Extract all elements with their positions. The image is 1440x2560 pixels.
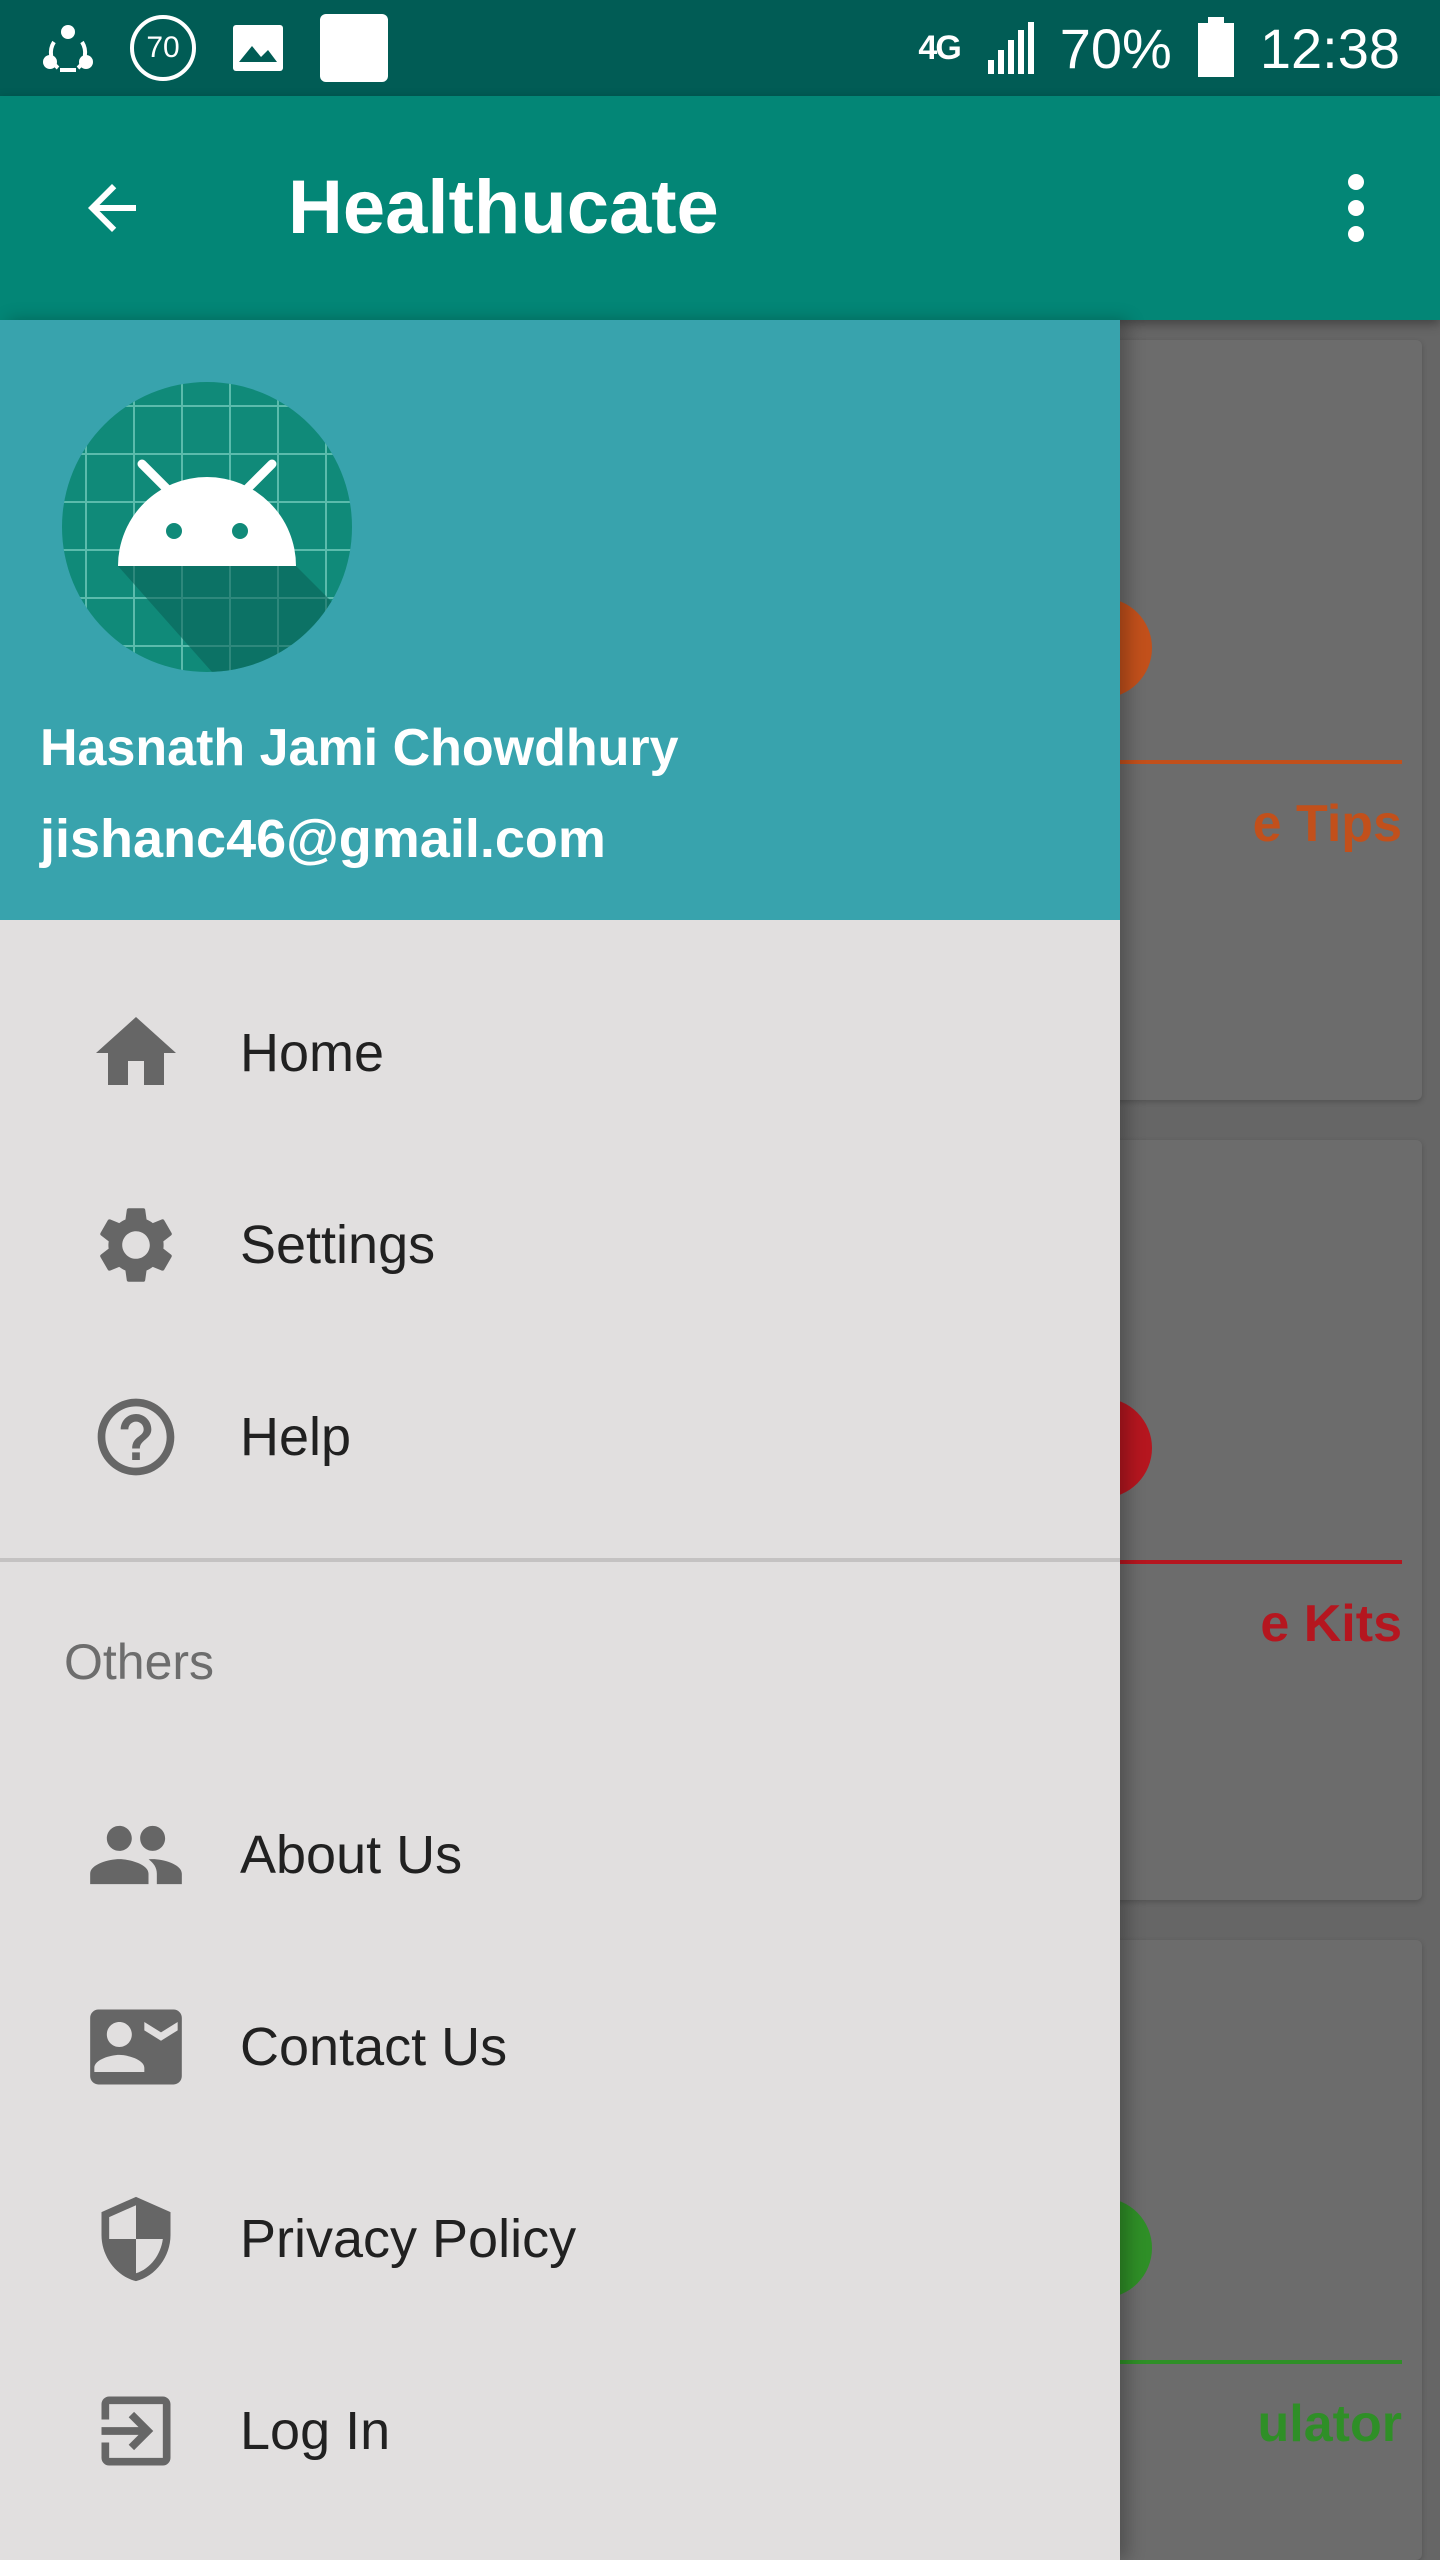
overflow-menu-button[interactable]: [1316, 166, 1396, 250]
background-card: ulator: [1052, 1940, 1422, 2560]
drawer-item-settings[interactable]: Settings: [0, 1150, 1120, 1340]
background-card: e Kits: [1052, 1140, 1422, 1900]
battery-percent: 70%: [1059, 16, 1172, 80]
app-toolbar: Healthucate: [0, 96, 1440, 320]
drawer-item-help[interactable]: Help: [0, 1342, 1120, 1532]
blank-notification-icon: [320, 14, 388, 82]
user-email: jishanc46@gmail.com: [40, 809, 606, 869]
share-icon: [40, 20, 96, 76]
shield-icon: [80, 2183, 192, 2295]
drawer-item-label: Home: [240, 1023, 385, 1083]
drawer-item-label: Settings: [240, 1215, 436, 1275]
contact-card-icon: [80, 1991, 192, 2103]
badge-icon: 70: [130, 15, 196, 81]
back-button[interactable]: [68, 164, 156, 252]
drawer-item-contact-us[interactable]: Contact Us: [0, 1952, 1120, 2142]
drawer-item-label: About Us: [240, 1825, 463, 1885]
background-card-line: [1082, 2360, 1402, 2364]
home-icon: [80, 997, 192, 1109]
drawer-header: Hasnath Jami Chowdhury jishanc46@gmail.c…: [0, 320, 1120, 920]
clock: 12:38: [1259, 16, 1400, 80]
drawer-item-privacy-policy[interactable]: Privacy Policy: [0, 2144, 1120, 2334]
drawer-item-label: Log In: [240, 2401, 391, 2461]
image-icon: [230, 20, 286, 76]
android-avatar-icon[interactable]: [62, 382, 352, 672]
background-card-title: ulator: [1257, 2395, 1402, 2453]
more-vert-icon: [1348, 174, 1364, 242]
background-card-line: [1082, 1560, 1402, 1564]
background-card-line: [1082, 760, 1402, 764]
drawer-item-label: Privacy Policy: [240, 2209, 577, 2269]
section-title-others: Others: [64, 1634, 215, 1690]
arrow-back-icon: [88, 184, 136, 232]
signal-icon: [984, 20, 1036, 76]
login-icon: [80, 2375, 192, 2487]
drawer-item-home[interactable]: Home: [0, 958, 1120, 1148]
drawer-divider: [0, 1558, 1120, 1562]
status-bar: 70 4G 70% 12:38: [0, 0, 1440, 96]
drawer-item-about-us[interactable]: About Us: [0, 1760, 1120, 1950]
network-4g-icon: 4G: [918, 28, 961, 67]
drawer-item-label: Help: [240, 1407, 352, 1467]
background-card: e Tips: [1052, 340, 1422, 1100]
battery-icon: [1196, 17, 1236, 79]
user-name: Hasnath Jami Chowdhury: [40, 719, 679, 777]
drawer-item-label: Contact Us: [240, 2017, 508, 2077]
background-card-title: e Tips: [1252, 795, 1402, 853]
help-icon: [80, 1381, 192, 1493]
drawer-item-log-in[interactable]: Log In: [0, 2336, 1120, 2526]
gear-icon: [80, 1189, 192, 1301]
navigation-drawer: Hasnath Jami Chowdhury jishanc46@gmail.c…: [0, 320, 1120, 2560]
people-icon: [80, 1799, 192, 1911]
background-card-title: e Kits: [1260, 1595, 1402, 1653]
app-title: Healthucate: [288, 165, 719, 250]
